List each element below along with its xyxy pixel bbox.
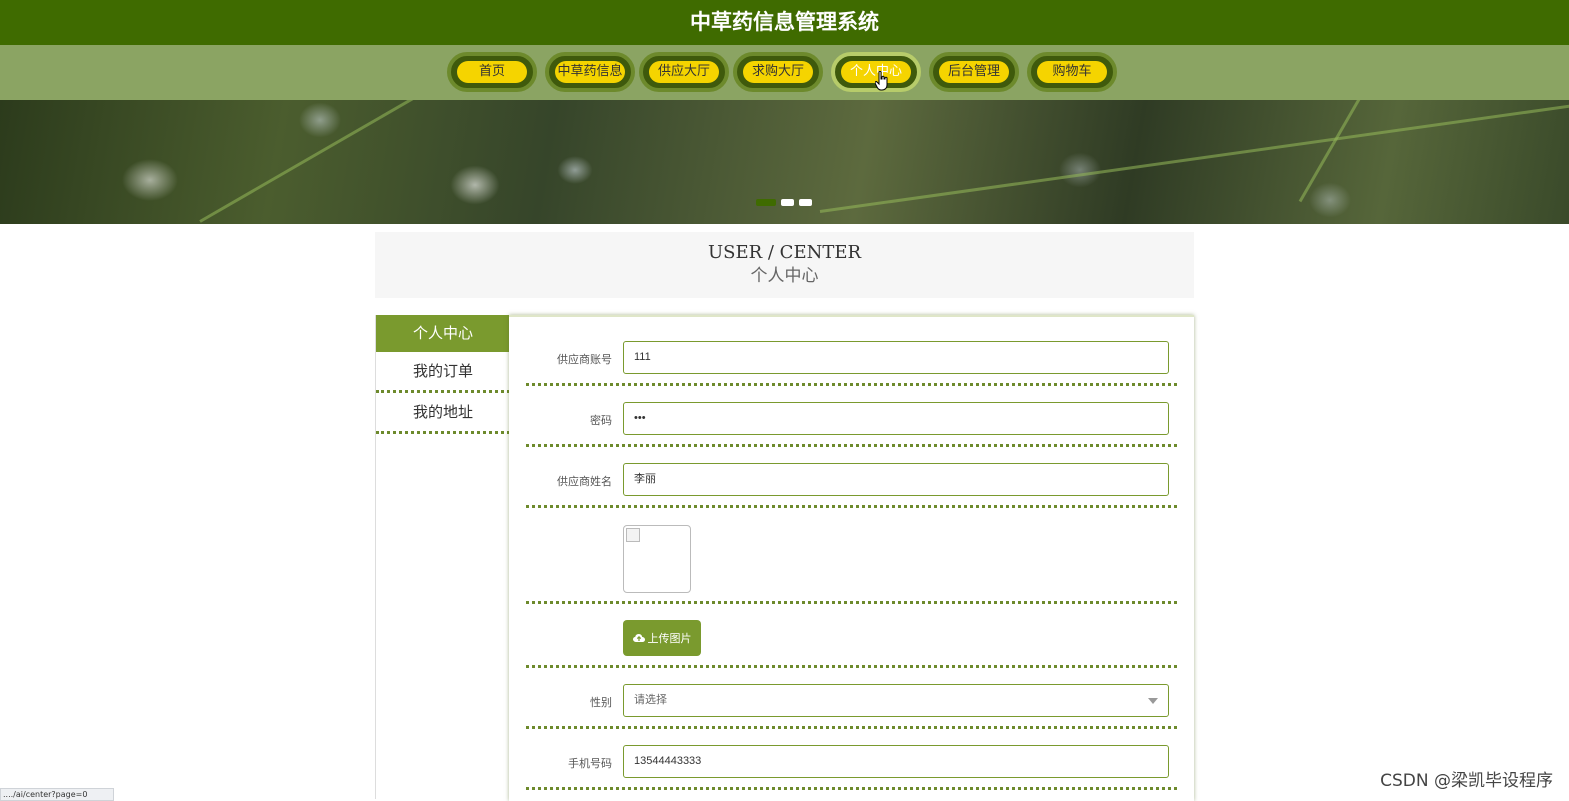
- carousel-dot[interactable]: [799, 199, 812, 206]
- carousel-dot[interactable]: [756, 199, 776, 206]
- carousel-indicators: [756, 199, 812, 206]
- nav-purchase-hall-label: 求购大厅: [743, 61, 813, 83]
- nav-user-center-label: 个人中心: [841, 61, 911, 83]
- upload-button-label: 上传图片: [647, 632, 692, 645]
- name-label: 供应商姓名: [557, 475, 612, 488]
- nav-supply-hall-label: 供应大厅: [649, 61, 719, 83]
- nav-supply-hall[interactable]: 供应大厅: [639, 52, 729, 92]
- sidebar-item-my-orders[interactable]: 我的订单: [376, 352, 510, 393]
- site-title: 中草药信息管理系统: [0, 0, 1569, 45]
- chevron-down-icon: [1148, 698, 1158, 704]
- sidebar-item-my-address[interactable]: 我的地址: [376, 393, 510, 434]
- nav-purchase-hall[interactable]: 求购大厅: [733, 52, 823, 92]
- form-row-phone: 手机号码 13544443333: [526, 729, 1177, 790]
- gender-label: 性别: [590, 696, 612, 709]
- phone-label: 手机号码: [568, 757, 612, 770]
- avatar-preview: [623, 525, 691, 593]
- nav-cart[interactable]: 购物车: [1027, 52, 1117, 92]
- nav-user-center[interactable]: 个人中心: [831, 52, 921, 92]
- form-row-gender: 性别 请选择: [526, 668, 1177, 729]
- sidebar: 个人中心 我的订单 我的地址: [375, 315, 510, 799]
- section-title-en: USER / CENTER: [707, 242, 862, 263]
- carousel-dot[interactable]: [781, 199, 794, 206]
- account-label: 供应商账号: [557, 353, 612, 366]
- cloud-upload-icon: [632, 634, 645, 642]
- gender-select[interactable]: 请选择: [623, 684, 1169, 717]
- form-row-account: 供应商账号 111: [526, 337, 1177, 386]
- nav-admin-label: 后台管理: [939, 61, 1009, 83]
- password-label: 密码: [590, 414, 612, 427]
- main-nav: 首页 中草药信息 供应大厅 求购大厅 个人中心 后台管理 购物车: [0, 45, 1569, 100]
- form-row-name: 供应商姓名 李丽: [526, 447, 1177, 508]
- nav-cart-label: 购物车: [1037, 61, 1107, 83]
- phone-field[interactable]: 13544443333: [623, 745, 1169, 778]
- password-field[interactable]: •••: [623, 402, 1169, 435]
- sidebar-item-user-center[interactable]: 个人中心: [376, 315, 510, 352]
- nav-herb-info-label: 中草药信息: [555, 61, 625, 83]
- form-row-upload: 上传图片: [526, 604, 1177, 668]
- form-row-password: 密码 •••: [526, 386, 1177, 447]
- section-header: USER / CENTER 个人中心: [375, 232, 1194, 298]
- upload-image-button[interactable]: 上传图片: [623, 620, 701, 656]
- csdn-watermark: CSDN @梁凯毕设程序: [1380, 771, 1553, 791]
- section-title-cn: 个人中心: [750, 266, 819, 286]
- status-bar-url: ..../ai/center?page=0: [0, 788, 114, 801]
- form-row-avatar: [526, 508, 1177, 604]
- nav-admin[interactable]: 后台管理: [929, 52, 1019, 92]
- name-field[interactable]: 李丽: [623, 463, 1169, 496]
- nav-home-label: 首页: [457, 61, 527, 83]
- profile-form: 供应商账号 111 密码 ••• 供应商姓名 李丽 上传图片 性别 请选择 手机…: [509, 315, 1194, 801]
- gender-select-placeholder: 请选择: [634, 694, 667, 706]
- nav-herb-info[interactable]: 中草药信息: [545, 52, 635, 92]
- account-field[interactable]: 111: [623, 341, 1169, 374]
- nav-home[interactable]: 首页: [447, 52, 537, 92]
- broken-image-icon: [626, 528, 640, 542]
